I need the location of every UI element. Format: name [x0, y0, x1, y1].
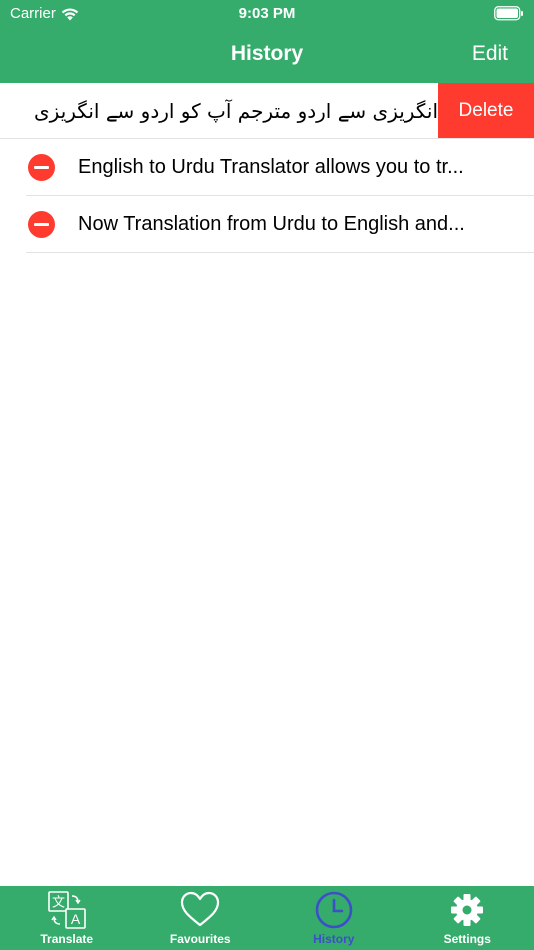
- history-item-text: Now Translation from Urdu to English and…: [78, 213, 465, 235]
- tab-translate[interactable]: 文 A Translate: [0, 886, 134, 950]
- row-divider: [26, 252, 534, 253]
- svg-text:A: A: [71, 911, 81, 927]
- tab-label: Favourites: [169, 932, 231, 946]
- heart-icon: [181, 891, 220, 927]
- tab-label: Translate: [40, 932, 94, 946]
- tab-bar: 文 A Translate Favourites History Setting…: [0, 886, 534, 950]
- tab-favourites[interactable]: Favourites: [134, 886, 268, 950]
- status-time: 9:03 PM: [238, 5, 296, 22]
- navigation-bar: History Edit: [0, 28, 534, 83]
- edit-button[interactable]: Edit: [472, 42, 508, 66]
- delete-toggle-icon[interactable]: [28, 211, 55, 238]
- tab-settings[interactable]: Settings: [401, 886, 534, 950]
- delete-toggle-icon[interactable]: [28, 154, 55, 181]
- page-title: History: [230, 42, 304, 65]
- gear-icon: [451, 894, 484, 926]
- tab-label: History: [313, 932, 355, 946]
- clock-icon: [315, 891, 353, 929]
- history-row-swiped[interactable]: انگریزی سے اردو مترجم آپ کو اردو سے انگر…: [0, 83, 534, 139]
- battery-icon: [494, 6, 524, 26]
- history-item-text: English to Urdu Translator allows you to…: [78, 156, 464, 178]
- tab-label: Settings: [443, 932, 491, 946]
- delete-button[interactable]: Delete: [438, 83, 534, 138]
- translate-icon: 文 A: [47, 891, 86, 929]
- history-row[interactable]: Now Translation from Urdu to English and…: [0, 196, 534, 253]
- status-bar: Carrier 9:03 PM: [0, 0, 534, 28]
- history-item-text: انگریزی سے اردو مترجم آپ کو اردو سے انگر…: [34, 99, 438, 123]
- tab-history[interactable]: History: [267, 886, 401, 950]
- history-row[interactable]: English to Urdu Translator allows you to…: [0, 139, 534, 196]
- svg-text:文: 文: [52, 896, 65, 911]
- history-list: انگریزی سے اردو مترجم آپ کو اردو سے انگر…: [0, 83, 534, 253]
